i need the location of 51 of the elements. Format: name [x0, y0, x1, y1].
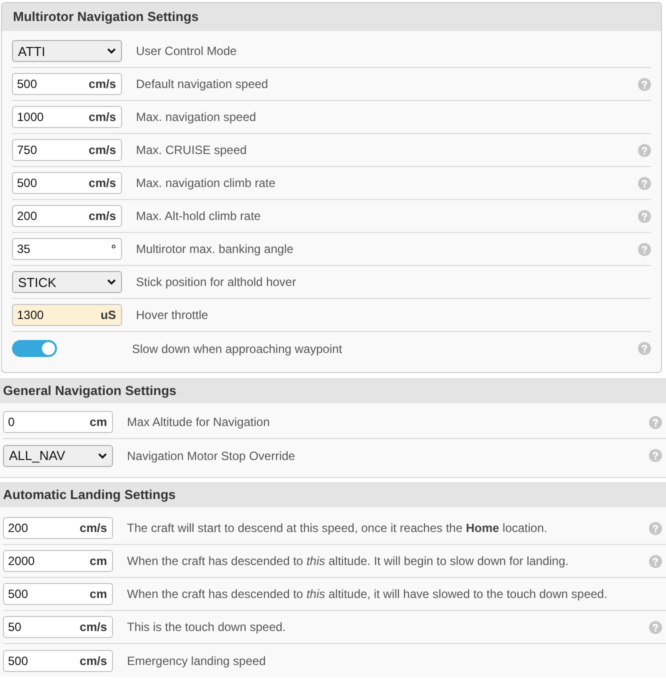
select-dropdown[interactable]: ATTI: [12, 40, 122, 62]
setting-label: Default navigation speed: [136, 77, 268, 91]
setting-label: Stick position for althold hover: [136, 275, 296, 289]
number-field[interactable]: 50 cm/s: [3, 616, 113, 638]
help-icon[interactable]: [638, 342, 651, 355]
setting-label: Hover throttle: [136, 308, 208, 322]
help-icon[interactable]: [638, 210, 651, 222]
help-icon[interactable]: [649, 554, 662, 568]
setting-label: User Control Mode: [136, 44, 237, 58]
help-icon[interactable]: [649, 620, 662, 634]
number-field[interactable]: 0 cm: [3, 411, 113, 433]
setting-label: Max. CRUISE speed: [136, 143, 247, 157]
setting-label: Max. Alt-hold climb rate: [136, 209, 261, 223]
chevron-down-icon: [107, 48, 116, 54]
section-header: Multirotor Navigation Settings: [2, 3, 661, 31]
number-field[interactable]: 750 cm/s: [12, 139, 122, 161]
setting-label: When the craft has descended to this altitude. It will begin to slow down for landing.: [127, 554, 569, 568]
setting-label: Navigation Motor Stop Override: [127, 448, 296, 462]
help-icon[interactable]: [638, 176, 651, 190]
number-field[interactable]: 200 cm/s: [3, 517, 113, 539]
number-field[interactable]: 2000 cm: [3, 550, 113, 572]
number-field[interactable]: 1300 uS: [12, 304, 122, 326]
help-icon[interactable]: [638, 144, 651, 156]
toggle-switch[interactable]: [12, 340, 57, 357]
help-icon[interactable]: [638, 242, 651, 256]
number-field[interactable]: 500 cm: [3, 583, 113, 605]
setting-label: Max. navigation speed: [136, 110, 256, 124]
setting-label: Max. navigation climb rate: [136, 176, 276, 190]
help-icon[interactable]: [638, 78, 651, 90]
number-field[interactable]: 1000 cm/s: [12, 106, 122, 128]
section-header: General Navigation Settings: [0, 378, 666, 403]
setting-label: This is the touch down speed.: [127, 620, 286, 634]
select-dropdown[interactable]: ALL_NAV: [3, 444, 113, 466]
number-field[interactable]: 500 cm/s: [12, 172, 122, 194]
chevron-down-icon: [107, 279, 116, 285]
chevron-down-icon: [98, 452, 107, 458]
help-icon[interactable]: [649, 522, 662, 534]
number-field[interactable]: 35 °: [12, 238, 122, 260]
number-field[interactable]: 200 cm/s: [12, 205, 122, 227]
number-field[interactable]: 500 cm/s: [12, 73, 122, 95]
setting-label: Max Altitude for Navigation: [127, 415, 270, 429]
number-field[interactable]: 500 cm/s: [3, 650, 113, 672]
select-dropdown[interactable]: STICK: [12, 271, 122, 293]
setting-label: When the craft has descended to this altitude, it will have slowed to the touch down speed.: [127, 587, 608, 601]
help-icon[interactable]: [649, 416, 662, 428]
setting-label: Multirotor max. banking angle: [136, 242, 294, 256]
setting-label: Slow down when approaching waypoint: [132, 342, 342, 356]
help-icon[interactable]: [649, 449, 662, 462]
setting-label: Emergency landing speed: [127, 654, 266, 668]
section-header: Automatic Landing Settings: [0, 482, 666, 507]
setting-label: The craft will start to descend at this speed, once it reaches the Home location.: [127, 521, 548, 535]
